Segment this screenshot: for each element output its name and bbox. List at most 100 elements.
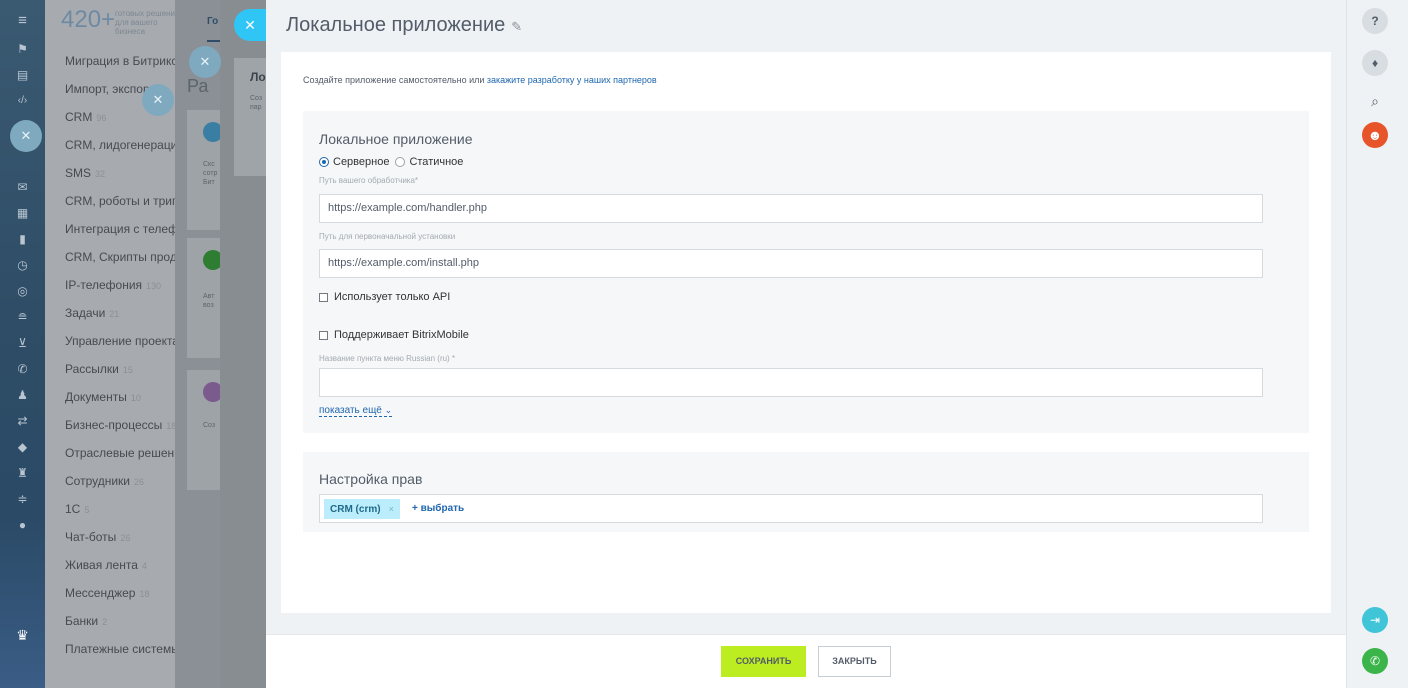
- catalog-item[interactable]: SMS 32: [65, 166, 105, 180]
- catalog-item[interactable]: CRM, лидогенерация: [65, 138, 175, 152]
- clock-icon[interactable]: ◷: [0, 258, 45, 272]
- catalog-item-label: Банки: [65, 614, 99, 628]
- close-icon[interactable]: ✕: [10, 120, 42, 152]
- catalog-item[interactable]: CRM, роботы и триггеры: [65, 194, 175, 208]
- catalog-item-count: 96: [96, 113, 107, 123]
- rights-heading: Настройка прав: [319, 471, 423, 487]
- bell-icon[interactable]: ♦: [1362, 50, 1388, 76]
- catalog-item[interactable]: Чат-боты 26: [65, 530, 130, 544]
- exit-icon[interactable]: ⇥: [1362, 607, 1388, 633]
- users-icon[interactable]: ♟: [0, 388, 45, 402]
- catalog-item-label: Мессенджер: [65, 586, 136, 600]
- api-only-label[interactable]: Использует только API: [334, 291, 450, 303]
- rights-selector[interactable]: CRM (crm) × + выбрать: [319, 494, 1263, 523]
- phone-small-icon[interactable]: ✆: [0, 362, 45, 376]
- scope-chip: CRM (crm) ×: [324, 499, 400, 519]
- background-slider: Го Ра Скс сотр Бит Авт воз Соз: [175, 0, 227, 688]
- catalog-item[interactable]: Импорт, экспорт: [65, 82, 155, 96]
- catalog-item[interactable]: Управление проектами: [65, 334, 175, 348]
- background-tab[interactable]: Го: [207, 16, 218, 27]
- mobile-label[interactable]: Поддерживает BitrixMobile: [334, 329, 469, 341]
- catalog-subtitle: готовых решений для вашего бизнеса: [115, 9, 175, 36]
- background-heading: Ра: [187, 76, 209, 96]
- catalog-item-label: CRM, Скрипты продаж: [65, 250, 175, 264]
- radio-server-label[interactable]: Серверное: [333, 156, 389, 168]
- flag-icon[interactable]: ⚑: [0, 42, 45, 56]
- show-more-link[interactable]: показать ещё ⌄: [319, 405, 393, 417]
- close-icon[interactable]: ✕: [142, 84, 174, 116]
- api-only-checkbox[interactable]: [319, 292, 328, 302]
- mobile-checkbox[interactable]: [319, 330, 328, 340]
- intro-label: Создайте приложение самостоятельно или: [303, 75, 487, 85]
- mail-icon[interactable]: ✉: [0, 180, 45, 194]
- save-button[interactable]: СОХРАНИТЬ: [721, 646, 806, 677]
- catalog-item[interactable]: Бизнес-процессы 18: [65, 418, 175, 432]
- crown-icon[interactable]: ♛: [0, 628, 45, 642]
- cart-icon[interactable]: ⊻: [0, 336, 45, 350]
- catalog-item-label: Чат-боты: [65, 530, 117, 544]
- box-icon[interactable]: ◆: [0, 440, 45, 454]
- pencil-icon[interactable]: ✎: [511, 19, 522, 34]
- catalog-item-count: 18: [166, 421, 175, 431]
- catalog-item[interactable]: Банки 2: [65, 614, 107, 628]
- catalog-item-label: CRM, лидогенерация: [65, 138, 175, 152]
- sliders-icon[interactable]: ≑: [0, 492, 45, 506]
- catalog-item[interactable]: Живая лента 4: [65, 558, 147, 572]
- page-title: Локальное приложение ✎: [286, 14, 522, 37]
- local-app-panel: Локальное приложение ✎ Создайте приложени…: [266, 0, 1346, 688]
- catalog-item[interactable]: Интеграция с телефонией: [65, 222, 175, 236]
- book-icon[interactable]: ▤: [0, 68, 45, 82]
- show-more-label[interactable]: показать ещё: [319, 405, 382, 416]
- catalog-item[interactable]: IP-телефония 130: [65, 278, 161, 292]
- target-icon[interactable]: ◎: [0, 284, 45, 298]
- handler-url-input[interactable]: https://example.com/handler.php: [319, 194, 1263, 223]
- radio-static-label[interactable]: Статичное: [409, 156, 463, 168]
- catalog-item-label: Интеграция с телефонией: [65, 222, 175, 236]
- catalog-item-count: 18: [139, 589, 150, 599]
- background-slider-2: Ло Соз пар: [220, 0, 274, 688]
- close-icon[interactable]: ✕: [189, 46, 221, 78]
- catalog-item[interactable]: Платежные системы: [65, 642, 175, 656]
- catalog-item[interactable]: CRM 96: [65, 110, 106, 124]
- catalog-item[interactable]: Отраслевые решения: [65, 446, 175, 460]
- search-icon[interactable]: ⌕: [1362, 88, 1388, 114]
- code-icon[interactable]: ‹/›: [0, 94, 45, 108]
- menu-name-input[interactable]: [319, 368, 1263, 397]
- catalog-item[interactable]: 1С 5: [65, 502, 89, 516]
- menu-icon[interactable]: ≡: [0, 13, 45, 28]
- catalog-item-count: 130: [146, 281, 162, 291]
- user-avatar-icon[interactable]: ☻: [1362, 122, 1388, 148]
- catalog-item-label: Живая лента: [65, 558, 138, 572]
- catalog-item[interactable]: CRM, Скрипты продаж: [65, 250, 175, 264]
- catalog-item[interactable]: Рассылки 15: [65, 362, 133, 376]
- catalog-item-count: 21: [109, 309, 120, 319]
- team-icon[interactable]: ♜: [0, 466, 45, 480]
- catalog-item[interactable]: Задачи 21: [65, 306, 119, 320]
- flow-icon[interactable]: ⇄: [0, 414, 45, 428]
- radio-server[interactable]: [319, 157, 329, 167]
- install-url-input[interactable]: https://example.com/install.php: [319, 249, 1263, 278]
- radio-static[interactable]: [395, 157, 406, 167]
- grid-icon[interactable]: ▦: [0, 206, 45, 220]
- menu-name-label: Название пункта меню Russian (ru) *: [319, 354, 456, 363]
- chart-icon[interactable]: ▮: [0, 232, 45, 246]
- catalog-item[interactable]: Мессенджер 18: [65, 586, 150, 600]
- install-label: Путь для первоначальной установки: [319, 232, 456, 241]
- catalog-item-count: 26: [134, 477, 145, 487]
- right-bar: ? ♦ ⌕ ☻ ⇥ ✆: [1346, 0, 1408, 688]
- phone-icon[interactable]: ✆: [1362, 648, 1388, 674]
- partners-link[interactable]: закажите разработку у наших партнеров: [487, 75, 657, 85]
- close-button[interactable]: ЗАКРЫТЬ: [818, 646, 891, 677]
- select-scope-button[interactable]: + выбрать: [412, 499, 464, 519]
- catalog-item[interactable]: Миграция в Битрикс: [65, 54, 175, 68]
- close-icon[interactable]: ✕: [234, 9, 266, 41]
- help-icon[interactable]: ?: [1362, 8, 1388, 34]
- catalog-item[interactable]: Документы 10: [65, 390, 141, 404]
- catalog-item-label: Отраслевые решения: [65, 446, 175, 460]
- stack-icon[interactable]: ≘: [0, 310, 45, 324]
- catalog-item-label: Платежные системы: [65, 642, 175, 656]
- catalog-item-count: 15: [122, 365, 133, 375]
- catalog-item[interactable]: Сотрудники 26: [65, 474, 144, 488]
- chip-remove-icon[interactable]: ×: [389, 504, 394, 514]
- circle-icon[interactable]: ●: [0, 518, 45, 532]
